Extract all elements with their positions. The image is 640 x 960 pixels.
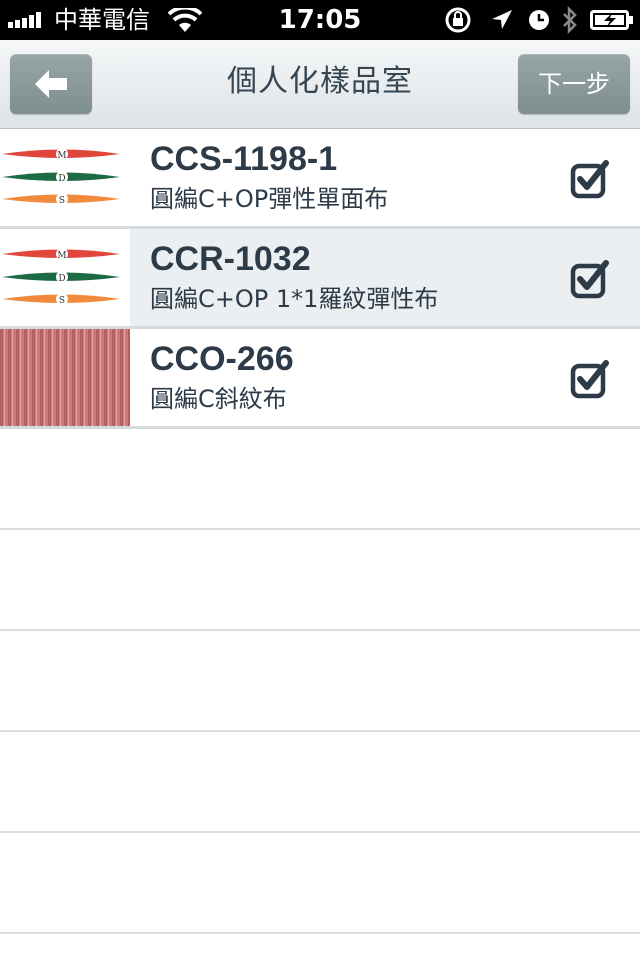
- alarm-icon: [529, 10, 549, 30]
- empty-row: [0, 833, 640, 934]
- status-icons: [444, 6, 634, 34]
- list-item[interactable]: M D S CCS-1198-1 圓編C+OP彈性單面布: [0, 129, 640, 229]
- item-description: 圓編C斜紋布: [150, 385, 287, 413]
- item-code: CCS-1198-1: [150, 140, 338, 178]
- empty-row: [0, 732, 640, 833]
- empty-row: [0, 429, 640, 530]
- next-step-button[interactable]: 下一步: [518, 54, 630, 114]
- checkbox-checked-icon[interactable]: [570, 159, 610, 199]
- pink-fabric-thumbnail: [0, 329, 130, 426]
- svg-text:S: S: [59, 296, 65, 306]
- checkbox-checked-icon[interactable]: [570, 259, 610, 299]
- list-item[interactable]: CCO-266 圓編C斜紋布: [0, 329, 640, 429]
- mds-logo-thumbnail: M D S: [0, 129, 130, 226]
- svg-text:D: D: [58, 274, 65, 284]
- mds-logo-thumbnail: M D S: [0, 229, 130, 326]
- item-description: 圓編C+OP 1*1羅紋彈性布: [150, 285, 439, 313]
- svg-text:M: M: [57, 151, 66, 161]
- item-code: CCR-1032: [150, 240, 311, 278]
- svg-text:S: S: [59, 196, 65, 206]
- bluetooth-icon: [563, 6, 577, 34]
- checkbox-checked-icon[interactable]: [570, 359, 610, 399]
- status-bar: 中華電信 17:05: [0, 0, 640, 40]
- empty-row: [0, 530, 640, 631]
- item-code: CCO-266: [150, 340, 294, 378]
- orientation-lock-icon: [445, 7, 471, 33]
- location-icon: [492, 10, 512, 29]
- navigation-bar: 個人化樣品室 下一步: [0, 40, 640, 129]
- empty-row: [0, 631, 640, 732]
- list-item[interactable]: M D S CCR-1032 圓編C+OP 1*1羅紋彈性布: [0, 229, 640, 329]
- battery-charging-icon: [590, 10, 633, 30]
- svg-text:D: D: [58, 174, 65, 184]
- svg-text:M: M: [57, 251, 66, 261]
- sample-list: M D S CCS-1198-1 圓編C+OP彈性單面布 M D S CCR-1…: [0, 129, 640, 934]
- item-description: 圓編C+OP彈性單面布: [150, 185, 389, 213]
